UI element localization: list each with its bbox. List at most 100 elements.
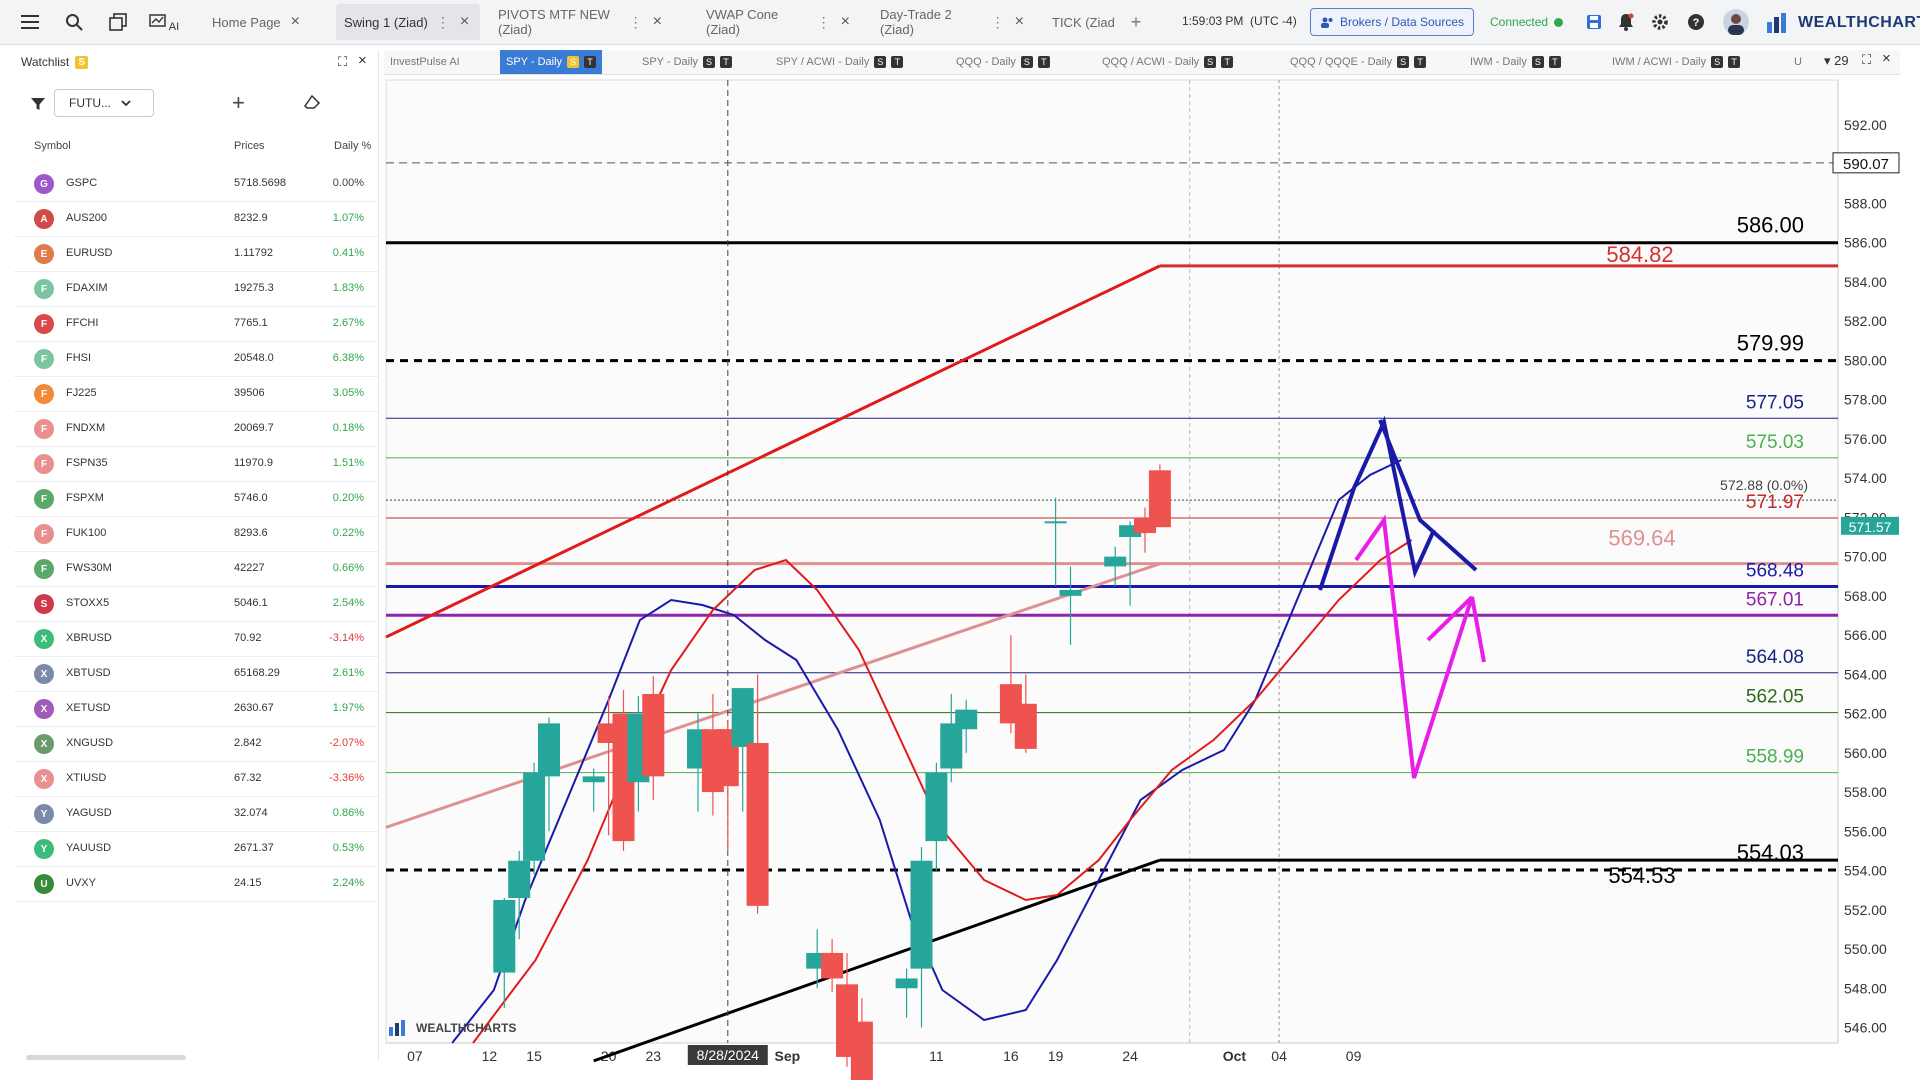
- col-daily-header[interactable]: Daily %: [334, 140, 371, 152]
- chart-tab-badge: S: [1204, 56, 1217, 68]
- close-icon[interactable]: ×: [460, 13, 469, 31]
- watchlist-row[interactable]: F FJ225 39506 3.05%: [14, 376, 378, 412]
- watchlist-row[interactable]: Y YAUUSD 2671.37 0.53%: [14, 831, 378, 867]
- chart-tab[interactable]: IWM / ACWI - Daily S T: [1606, 50, 1746, 74]
- close-icon[interactable]: ×: [358, 52, 367, 69]
- chart-tab-badge: T: [1221, 56, 1234, 68]
- row-symbol: YAGUSD: [66, 807, 112, 819]
- watchlist-row[interactable]: E EURUSD 1.11792 0.41%: [14, 236, 378, 272]
- y-tick-label: 558.00: [1844, 784, 1887, 800]
- more-vertical-icon[interactable]: ⋮: [629, 14, 643, 31]
- eraser-icon[interactable]: [304, 94, 322, 115]
- watchlist-row[interactable]: F FNDXM 20069.7 0.18%: [14, 411, 378, 447]
- watchlist-scrollbar[interactable]: [26, 1055, 186, 1060]
- close-icon[interactable]: ×: [1882, 50, 1891, 67]
- watchlist-row[interactable]: F FUK100 8293.6 0.22%: [14, 516, 378, 552]
- row-symbol: XNGUSD: [66, 737, 114, 749]
- watchlist-row[interactable]: S STOXX5 5046.1 2.54%: [14, 586, 378, 622]
- crosshair-date-box: [687, 1045, 768, 1065]
- tab-day-trade-2[interactable]: Day-Trade 2 (Ziad) ⋮ ×: [872, 4, 1032, 40]
- chart-tab[interactable]: SPY - Daily S T: [500, 50, 603, 74]
- more-vertical-icon[interactable]: ⋮: [436, 14, 450, 31]
- chart-tabs-count[interactable]: ▾ 29: [1824, 53, 1849, 69]
- watchlist-row[interactable]: F FHSI 20548.0 6.38%: [14, 341, 378, 377]
- candle-body: [1134, 517, 1156, 534]
- chart-tab[interactable]: U: [1788, 50, 1808, 74]
- filter-icon[interactable]: [30, 96, 46, 117]
- search-icon[interactable]: [62, 10, 86, 34]
- watchlist-row[interactable]: X XTIUSD 67.32 -3.36%: [14, 761, 378, 797]
- more-vertical-icon[interactable]: ⋮: [817, 14, 831, 31]
- chart-tab[interactable]: IWM - Daily S T: [1464, 50, 1567, 74]
- close-icon[interactable]: ×: [291, 13, 300, 31]
- row-change: 3.05%: [332, 387, 364, 399]
- chart-tab[interactable]: QQQ - Daily S T: [950, 50, 1056, 74]
- watchlist-row[interactable]: F FSPXM 5746.0 0.20%: [14, 481, 378, 517]
- clock-timezone: (UTC -4): [1250, 14, 1297, 28]
- brokers-data-sources-button[interactable]: Brokers / Data Sources: [1310, 8, 1474, 36]
- candle-body: [806, 952, 829, 969]
- watchlist-row[interactable]: G GSPC 5718.5698 0.00%: [14, 166, 378, 202]
- chart-tab[interactable]: SPY / ACWI - Daily S T: [770, 50, 909, 74]
- add-indicator-icon[interactable]: [412, 106, 428, 127]
- chart-tab-label: InvestPulse AI: [390, 56, 460, 68]
- x-tick-label: Sep: [775, 1048, 801, 1064]
- chart-tab-badge: T: [1414, 56, 1427, 68]
- watchlist-row[interactable]: X XBRUSD 70.92 -3.14%: [14, 621, 378, 657]
- y-tick-label: 582.00: [1844, 313, 1887, 329]
- avatar[interactable]: [1722, 8, 1750, 36]
- candle-body: [597, 723, 620, 744]
- watchlist-selector[interactable]: FUTU...: [54, 89, 154, 117]
- maximize-icon[interactable]: ⛶: [1862, 52, 1871, 68]
- x-tick-label: 20: [601, 1048, 617, 1064]
- upper-trendline: [385, 264, 1161, 639]
- close-icon[interactable]: ×: [1015, 13, 1024, 31]
- add-tab-icon[interactable]: +: [1124, 10, 1148, 34]
- candle-body: [940, 723, 963, 769]
- chart-tab[interactable]: QQQ / QQQE - Daily S T: [1284, 50, 1432, 74]
- col-prices-header[interactable]: Prices: [234, 140, 265, 152]
- gear-icon[interactable]: [1648, 10, 1672, 34]
- tab-swing-1[interactable]: Swing 1 (Ziad) ⋮ ×: [336, 4, 480, 40]
- tab-home-page[interactable]: Home Page ×: [204, 4, 324, 40]
- watchlist-row[interactable]: F FWS30M 42227 0.66%: [14, 551, 378, 587]
- hamburger-menu-icon[interactable]: [18, 10, 42, 34]
- magenta-drawing: [1354, 514, 1486, 779]
- tab-pivots-mtf[interactable]: PIVOTS MTF NEW (Ziad) ⋮ ×: [490, 4, 670, 40]
- gear-icon[interactable]: [388, 106, 406, 129]
- add-symbol-icon[interactable]: +: [232, 90, 245, 116]
- row-symbol: FSPXM: [66, 492, 104, 504]
- level-label: 569.64: [1608, 526, 1675, 551]
- watchlist-row[interactable]: X XBTUSD 65168.29 2.61%: [14, 656, 378, 692]
- watchlist-row[interactable]: F FSPN35 11970.9 1.51%: [14, 446, 378, 482]
- row-symbol: AUS200: [66, 212, 107, 224]
- help-icon[interactable]: ?: [1684, 10, 1708, 34]
- watchlist-row[interactable]: F FFCHI 7765.1 2.67%: [14, 306, 378, 342]
- more-vertical-icon[interactable]: ⋮: [991, 14, 1005, 31]
- tab-vwap-cone[interactable]: VWAP Cone (Ziad) ⋮ ×: [698, 4, 858, 40]
- notifications-icon[interactable]: [1614, 10, 1638, 34]
- row-price: 24.15: [234, 877, 262, 889]
- watchlist-row[interactable]: X XNGUSD 2.842 -2.07%: [14, 726, 378, 762]
- close-icon[interactable]: ×: [653, 13, 662, 31]
- chart-tab[interactable]: InvestPulse AI: [384, 50, 466, 74]
- save-icon[interactable]: [1582, 10, 1606, 34]
- watchlist-row[interactable]: X XETUSD 2630.67 1.97%: [14, 691, 378, 727]
- expand-icon[interactable]: ⛶: [338, 54, 347, 70]
- watchlist-row[interactable]: Y YAGUSD 32.074 0.86%: [14, 796, 378, 832]
- ai-chart-icon[interactable]: AI: [148, 10, 180, 34]
- watchlist-row[interactable]: U UVXY 24.15 2.24%: [14, 866, 378, 902]
- row-change: 0.86%: [332, 807, 364, 819]
- chart-tab[interactable]: SPY - Daily S T: [636, 50, 738, 74]
- symbol-icon: X: [34, 734, 54, 754]
- row-symbol: FJ225: [66, 387, 97, 399]
- brand-name: WEALTHCHARTS: [1798, 14, 1920, 31]
- close-icon[interactable]: ×: [841, 13, 850, 31]
- layouts-icon[interactable]: [106, 10, 130, 34]
- row-change: -3.14%: [329, 632, 364, 644]
- col-symbol-header[interactable]: Symbol: [34, 140, 71, 152]
- watchlist-row[interactable]: F FDAXIM 19275.3 1.83%: [14, 271, 378, 307]
- chart-tab[interactable]: QQQ / ACWI - Daily S T: [1096, 50, 1239, 74]
- watchlist-row[interactable]: A AUS200 8232.9 1.07%: [14, 201, 378, 237]
- chart-tab-badge: T: [891, 56, 904, 68]
